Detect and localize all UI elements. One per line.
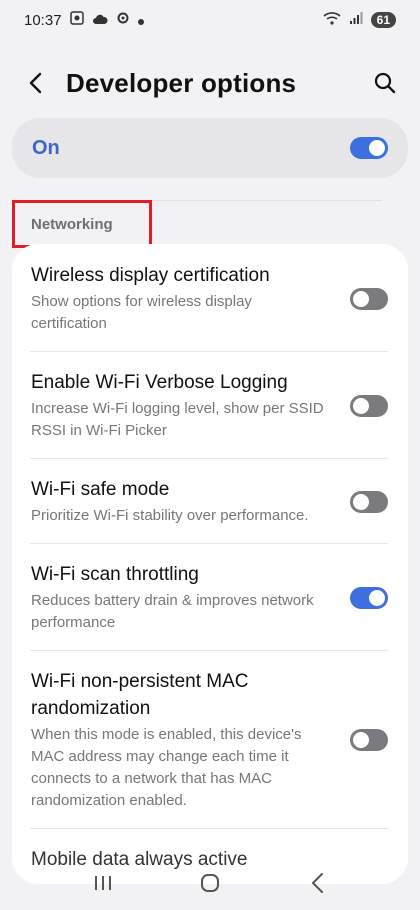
setting-row-wireless-display-certification[interactable]: Wireless display certification Show opti… bbox=[12, 244, 408, 351]
setting-title: Wireless display certification bbox=[31, 265, 270, 286]
recent-apps-icon bbox=[93, 874, 113, 897]
setting-description: Reduces battery drain & improves network… bbox=[31, 592, 314, 631]
recent-apps-button[interactable] bbox=[83, 865, 123, 905]
battery-level-badge: 61 bbox=[370, 12, 396, 28]
setting-description: Prioritize Wi-Fi stability over performa… bbox=[31, 507, 309, 524]
toggle-switch[interactable] bbox=[350, 729, 388, 751]
setting-row-wifi-mac-randomization[interactable]: Wi-Fi non-persistent MAC randomization W… bbox=[12, 650, 408, 828]
master-switch-label: On bbox=[32, 136, 60, 159]
home-button[interactable] bbox=[190, 865, 230, 905]
status-bar: 10:37 61 bbox=[0, 0, 420, 40]
toggle-switch[interactable] bbox=[350, 394, 388, 417]
switch-knob bbox=[353, 290, 369, 307]
page-title: Developer options bbox=[66, 67, 297, 98]
search-icon[interactable] bbox=[372, 70, 398, 96]
toggle-switch[interactable] bbox=[350, 586, 388, 609]
switch-knob bbox=[369, 589, 385, 606]
setting-description: Increase Wi-Fi logging level, show per S… bbox=[31, 400, 324, 439]
row-text: Wi-Fi non-persistent MAC randomization W… bbox=[31, 668, 350, 812]
status-time: 10:37 bbox=[24, 11, 62, 29]
setting-title: Wi-Fi safe mode bbox=[31, 479, 170, 500]
settings-list: Wireless display certification Show opti… bbox=[12, 244, 408, 884]
setting-row-wifi-safe-mode[interactable]: Wi-Fi safe mode Prioritize Wi-Fi stabili… bbox=[12, 458, 408, 543]
home-icon bbox=[199, 872, 221, 899]
setting-title: Wi-Fi non-persistent MAC randomization bbox=[31, 671, 249, 719]
switch-knob bbox=[353, 493, 369, 510]
setting-description: Show options for wireless display certif… bbox=[31, 293, 252, 332]
row-text: Wi-Fi scan throttling Reduces battery dr… bbox=[31, 561, 350, 634]
status-left: 10:37 bbox=[24, 11, 144, 29]
wifi-icon bbox=[323, 11, 341, 29]
back-icon[interactable] bbox=[22, 70, 48, 96]
cloud-icon bbox=[92, 12, 108, 29]
switch-knob bbox=[369, 140, 385, 156]
gear-icon bbox=[116, 11, 130, 29]
row-text: Wi-Fi safe mode Prioritize Wi-Fi stabili… bbox=[31, 476, 350, 527]
setting-row-wifi-scan-throttling[interactable]: Wi-Fi scan throttling Reduces battery dr… bbox=[12, 543, 408, 650]
screenshot-icon bbox=[69, 11, 84, 29]
setting-description: When this mode is enabled, this device's… bbox=[31, 726, 302, 809]
master-toggle-switch[interactable] bbox=[350, 137, 388, 159]
navigation-bar bbox=[0, 860, 420, 910]
setting-title: Wi-Fi scan throttling bbox=[31, 564, 199, 585]
status-right: 61 bbox=[323, 11, 396, 29]
back-nav-icon bbox=[310, 872, 324, 899]
toggle-switch[interactable] bbox=[350, 287, 388, 310]
toggle-switch[interactable] bbox=[350, 490, 388, 513]
setting-title: Enable Wi-Fi Verbose Logging bbox=[31, 372, 288, 393]
notification-dot-icon bbox=[137, 12, 144, 29]
signal-icon bbox=[349, 11, 363, 29]
back-nav-button[interactable] bbox=[297, 865, 337, 905]
row-text: Enable Wi-Fi Verbose Logging Increase Wi… bbox=[31, 369, 350, 442]
section-label: Networking bbox=[31, 215, 113, 233]
section-header-networking: Networking bbox=[12, 200, 152, 248]
switch-knob bbox=[353, 732, 369, 748]
master-switch-card[interactable]: On bbox=[12, 118, 408, 178]
setting-row-wifi-verbose-logging[interactable]: Enable Wi-Fi Verbose Logging Increase Wi… bbox=[12, 351, 408, 458]
switch-knob bbox=[353, 397, 369, 414]
app-header: Developer options bbox=[0, 58, 420, 108]
row-text: Wireless display certification Show opti… bbox=[31, 262, 350, 335]
